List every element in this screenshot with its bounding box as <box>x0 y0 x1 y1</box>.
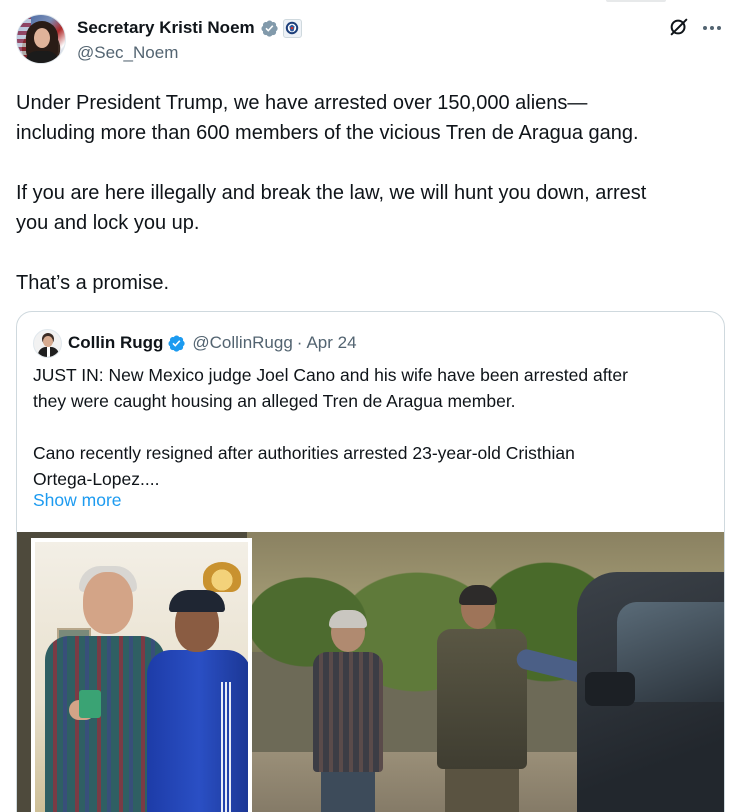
author-display-name[interactable]: Secretary Kristi Noem <box>77 18 255 38</box>
verified-badge-icon[interactable] <box>167 334 186 353</box>
tweet-text: Under President Trump, we have arrested … <box>16 92 647 294</box>
quoted-author-display-name[interactable]: Collin Rugg <box>68 333 163 353</box>
government-seal-icon[interactable] <box>282 18 302 38</box>
author-avatar[interactable] <box>16 14 66 64</box>
more-icon[interactable] <box>700 16 724 40</box>
verified-badge-icon[interactable] <box>260 19 279 38</box>
author-handle[interactable]: @Sec_Noem <box>77 43 178 63</box>
tweet: Secretary Kristi Noem @Sec_Noem Under Pr… <box>0 0 740 812</box>
show-more-link[interactable]: Show more <box>33 487 122 513</box>
quoted-author-handle[interactable]: @CollinRugg <box>192 333 292 353</box>
media-person <box>307 610 387 812</box>
author-name-row: Secretary Kristi Noem <box>77 18 302 38</box>
quoted-tweet[interactable]: Collin Rugg @CollinRugg · Apr 24 JUST IN… <box>16 311 725 812</box>
quoted-header: Collin Rugg @CollinRugg · Apr 24 <box>33 328 357 358</box>
quoted-author-avatar[interactable] <box>33 328 62 358</box>
quoted-media-image[interactable] <box>17 532 724 812</box>
grok-icon[interactable] <box>668 16 690 38</box>
tweet-header: Secretary Kristi Noem @Sec_Noem <box>16 14 724 68</box>
media-inset-photo <box>31 538 252 812</box>
quoted-text: JUST IN: New Mexico judge Joel Cano and … <box>33 365 628 489</box>
quoted-timestamp[interactable]: Apr 24 <box>306 333 356 353</box>
separator-dot: · <box>296 333 303 352</box>
media-person <box>417 585 607 812</box>
